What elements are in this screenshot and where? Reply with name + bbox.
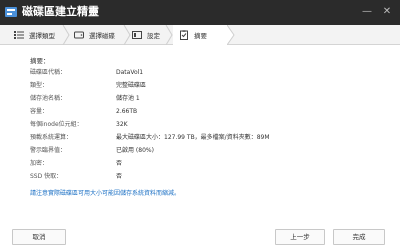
step-separator xyxy=(165,25,173,45)
summary-row: 容量： 2.66TB xyxy=(30,107,137,117)
row-value: 最大磁碟區大小：127.99 TB，最多檔案/資料夾數：89M xyxy=(116,134,270,141)
step-select-type: 選擇類型 xyxy=(14,25,55,45)
disk-wizard-icon xyxy=(5,7,17,17)
row-label: 每個inode位元組： xyxy=(30,121,83,128)
row-label: 容量： xyxy=(30,108,49,115)
summary-row: 磁碟區代稱： DataVol1 xyxy=(30,68,143,78)
step-label: 選擇類型 xyxy=(29,32,55,40)
finish-button[interactable]: 完成 xyxy=(333,229,385,245)
step-separator xyxy=(62,25,70,45)
summary-row: SSD 快取： 否 xyxy=(30,172,122,182)
step-separator xyxy=(227,25,235,45)
step-summary: 摘要 xyxy=(173,25,227,45)
hard-disk-icon xyxy=(74,31,84,39)
row-value: 否 xyxy=(116,160,123,167)
settings-panel-icon xyxy=(132,31,142,39)
step-separator xyxy=(123,25,131,45)
row-label: 儲存池名稱： xyxy=(30,95,67,102)
title-bar: 磁碟區建立精靈 — ✕ xyxy=(0,0,400,25)
capacity-note: 請注意實際磁碟區可用大小可能因儲存系統資料而縮減。 xyxy=(30,190,181,197)
summary-row: 加密： 否 xyxy=(30,159,122,169)
wizard-steps: 選擇類型 選擇磁碟 設定 摘要 xyxy=(0,25,400,45)
close-icon[interactable]: ✕ xyxy=(381,6,393,18)
back-button[interactable]: 上一步 xyxy=(275,229,325,245)
row-value: 32K xyxy=(116,121,128,128)
summary-clipboard-icon xyxy=(180,30,188,40)
row-label: 加密： xyxy=(30,160,49,167)
wizard-footer: 取消 上一步 完成 xyxy=(0,225,400,252)
summary-row: 類型： 完整磁碟區 xyxy=(30,81,146,91)
row-value: 否 xyxy=(116,173,123,180)
row-label: 類型： xyxy=(30,82,49,89)
cancel-button[interactable]: 取消 xyxy=(12,229,66,245)
row-value: 2.66TB xyxy=(116,108,138,115)
row-value: 儲存池 1 xyxy=(116,95,140,102)
step-label: 選擇磁碟 xyxy=(89,32,115,40)
summary-panel: 摘要： 磁碟區代稱： DataVol1 類型： 完整磁碟區 儲存池名稱： 儲存池 1 … xyxy=(0,45,400,225)
row-label: 警示臨界值： xyxy=(30,147,67,154)
row-value: DataVol1 xyxy=(116,69,144,76)
step-settings: 設定 xyxy=(132,25,160,45)
summary-heading: 摘要： xyxy=(30,57,50,65)
list-settings-icon xyxy=(14,31,24,39)
row-label: 預載系統運算： xyxy=(30,134,73,141)
row-value: 已啟用 (80%) xyxy=(116,147,154,154)
summary-row: 儲存池名稱： 儲存池 1 xyxy=(30,94,140,104)
row-label: SSD 快取： xyxy=(30,173,63,180)
row-value: 完整磁碟區 xyxy=(116,82,147,89)
step-select-disk: 選擇磁碟 xyxy=(74,25,115,45)
summary-row: 預載系統運算： 最大磁碟區大小：127.99 TB，最多檔案/資料夾數：89M xyxy=(30,133,270,143)
summary-row: 警示臨界值： 已啟用 (80%) xyxy=(30,146,154,156)
step-label: 設定 xyxy=(147,32,160,40)
row-label: 磁碟區代稱： xyxy=(30,69,67,76)
summary-row: 每個inode位元組： 32K xyxy=(30,120,128,130)
window-title: 磁碟區建立精靈 xyxy=(22,5,99,18)
minimize-icon[interactable]: — xyxy=(361,6,373,18)
step-label: 摘要 xyxy=(194,32,207,40)
